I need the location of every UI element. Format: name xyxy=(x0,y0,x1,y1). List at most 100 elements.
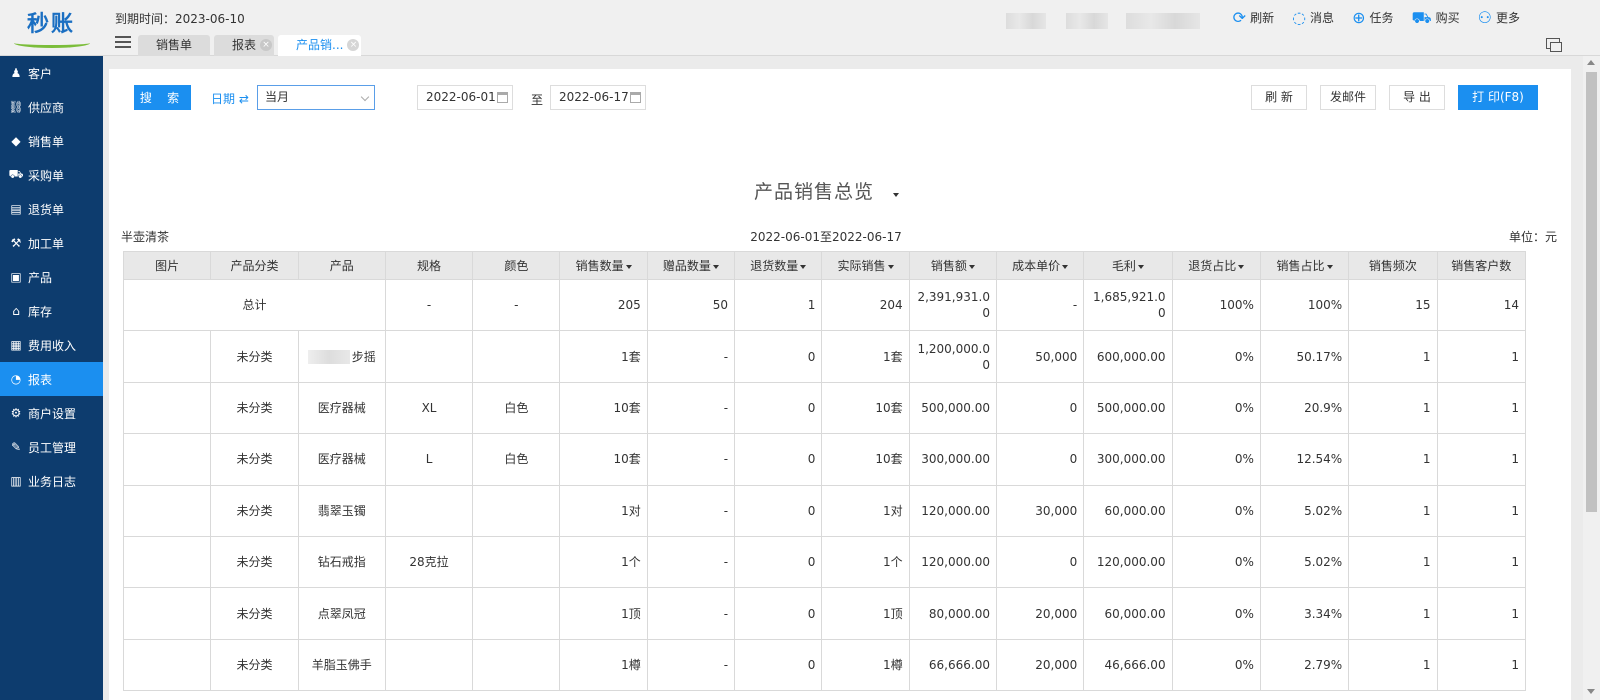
sidebar-item[interactable]: ♟ 客户 xyxy=(0,56,103,90)
scroll-down-arrow-icon[interactable] xyxy=(1587,689,1595,694)
calendar-icon[interactable] xyxy=(630,92,641,103)
logo-swoosh xyxy=(14,38,90,48)
sort-caret-icon[interactable] xyxy=(1326,264,1333,269)
date-to-label: 至 xyxy=(531,93,544,107)
column-header[interactable]: 销售占比 xyxy=(1259,251,1350,280)
tab-product-sales[interactable]: 产品销... × xyxy=(278,35,362,56)
sidebar-item-label: 费用收入 xyxy=(28,338,77,353)
scroll-up-arrow-icon[interactable] xyxy=(1587,60,1595,65)
sidebar-item[interactable]: ▥ 业务日志 xyxy=(0,464,103,498)
task-action[interactable]: ⊕ 任务 xyxy=(1352,9,1393,26)
product-name: 步摇 xyxy=(351,349,376,364)
close-icon[interactable]: × xyxy=(347,39,360,51)
sort-caret-icon[interactable] xyxy=(1062,264,1069,269)
total-row: 总计 - -205 50 1 204 2,391,931.00-1,685,921.00 10… xyxy=(123,278,1527,332)
column-header: 颜色 xyxy=(472,251,561,280)
sidebar-item[interactable]: ◔ 报表 xyxy=(0,362,103,396)
date-filter-label[interactable]: 日期 ⇄ xyxy=(211,90,249,107)
vertical-scrollbar[interactable] xyxy=(1583,56,1600,700)
start-date-field[interactable]: 2022-06-01 xyxy=(417,85,513,110)
column-header[interactable]: 退货数量 xyxy=(734,251,823,280)
sidebar-item[interactable]: ⛓ 供应商 xyxy=(0,90,103,124)
column-header[interactable]: 销售额 xyxy=(908,251,997,280)
sidebar-item[interactable]: ✎ 员工管理 xyxy=(0,430,103,464)
message-action[interactable]: ◌ 消息 xyxy=(1292,9,1334,26)
column-header-label: 毛利 xyxy=(1111,259,1136,273)
table-row[interactable]: 未分类 羊脂玉佛手 1樽 -0 1樽 66,666.00 20,000 46,666.00 0%… xyxy=(122,638,1527,692)
table-row[interactable]: 未分类 翡翠玉镯 1对 -0 1对 120,000.00 30,000 60,000.00 0%… xyxy=(122,484,1527,537)
table-row[interactable]: 未分类 钻石戒指 28克拉 1个 -0 1个 120,000.00 0 120,000.00 0%… xyxy=(122,535,1527,589)
refresh-button[interactable]: 刷 新 xyxy=(1251,85,1307,110)
send-email-button[interactable]: 发邮件 xyxy=(1320,85,1376,110)
tab-sales-order[interactable]: 销售单 xyxy=(138,35,211,56)
sidebar-item[interactable]: ⌂ 库存 xyxy=(0,294,103,328)
sales-ratio-cell: 12.54% xyxy=(1259,433,1350,486)
staff-icon: ✎ xyxy=(10,440,22,454)
tab-reports[interactable]: 报表 × xyxy=(214,35,275,56)
sales-ratio-cell: 3.34% xyxy=(1259,587,1350,640)
actual-sales-cell: 1樽 xyxy=(821,638,910,692)
sidebar-item[interactable]: ⚙ 商户设置 xyxy=(0,396,103,430)
tab-label: 产品销... xyxy=(296,38,344,52)
product-cell: 翡翠玉镯 xyxy=(297,484,386,537)
more-action[interactable]: ⚇ 更多 xyxy=(1478,9,1520,26)
category-cell: 未分类 xyxy=(210,433,299,486)
end-date-field[interactable]: 2022-06-17 xyxy=(550,85,646,110)
logo-text: 秒账 xyxy=(26,12,75,37)
sidebar-item-label: 报表 xyxy=(28,372,53,387)
date-range-select[interactable]: 当月 xyxy=(257,85,375,110)
sales-amount-cell: 300,000.00 xyxy=(908,433,997,486)
column-header[interactable]: 销售数量 xyxy=(559,251,648,280)
calendar-icon[interactable] xyxy=(497,92,508,103)
close-icon[interactable]: × xyxy=(260,39,273,51)
sort-caret-icon[interactable] xyxy=(800,264,807,269)
return-qty-cell: 0 xyxy=(734,330,823,383)
sidebar-item[interactable]: ▤ 退货单 xyxy=(0,192,103,226)
column-header[interactable]: 毛利 xyxy=(1083,251,1173,280)
column-header-label: 赠品数量 xyxy=(662,259,711,273)
color-cell: 白色 xyxy=(472,433,561,486)
sales-qty-cell: 10套 xyxy=(559,381,648,435)
process-icon: ⚒ xyxy=(10,236,22,250)
sidebar-item[interactable]: ⛟ 采购单 xyxy=(0,158,103,192)
column-header[interactable]: 赠品数量 xyxy=(646,251,736,280)
column-header[interactable]: 实际销售 xyxy=(821,251,910,280)
export-button[interactable]: 导 出 xyxy=(1389,85,1445,110)
category-cell: 未分类 xyxy=(210,535,299,589)
sidebar-item[interactable]: ⚒ 加工单 xyxy=(0,226,103,260)
title-dropdown-icon[interactable] xyxy=(893,193,899,197)
total-label-cell: 总计 xyxy=(123,278,386,332)
sort-caret-icon[interactable] xyxy=(887,264,894,269)
sort-caret-icon[interactable] xyxy=(712,264,719,269)
refresh-action[interactable]: ⟳ 刷新 xyxy=(1233,9,1274,26)
sidebar-item-label: 客户 xyxy=(28,66,53,81)
table-row[interactable]: 未分类 医疗器械 XL 白色 10套 -0 10套 500,000.00 0 500,000.00… xyxy=(122,381,1527,435)
return-ratio-cell: 0% xyxy=(1171,330,1261,383)
action-label: 更多 xyxy=(1495,11,1520,25)
sort-caret-icon[interactable] xyxy=(968,264,975,269)
sidebar-item[interactable]: ▣ 产品 xyxy=(0,260,103,294)
return-qty-cell: 1 xyxy=(734,278,823,332)
menu-toggle-icon[interactable] xyxy=(115,36,131,50)
sort-caret-icon[interactable] xyxy=(1137,264,1144,269)
return-ratio-cell: 0% xyxy=(1171,638,1261,692)
scroll-thumb[interactable] xyxy=(1586,72,1597,512)
table-row[interactable]: 未分类 步摇 1套 -0 1套 1,200,000.00 50,000 600,000.00 0… xyxy=(122,330,1527,383)
unit-cost-cell: 30,000 xyxy=(995,484,1085,537)
sort-caret-icon[interactable] xyxy=(625,264,632,269)
app-logo[interactable]: 秒账 xyxy=(10,6,92,50)
image-cell xyxy=(122,433,212,486)
buy-action[interactable]: ⛟ 购买 xyxy=(1411,9,1459,26)
table-row[interactable]: 未分类 点翠凤冠 1顶 -0 1顶 80,000.00 20,000 60,000.00 0% 3… xyxy=(122,587,1527,640)
print-button[interactable]: 打 印(F8) xyxy=(1458,85,1538,110)
table-row[interactable]: 未分类 医疗器械 L 白色 10套 -0 10套 300,000.00 0 300,000.00 0… xyxy=(122,433,1527,486)
report-title[interactable]: 产品销售总览 xyxy=(109,177,1519,204)
sort-caret-icon[interactable] xyxy=(1238,264,1245,269)
sidebar-item[interactable]: ▦ 费用收入 xyxy=(0,328,103,362)
window-switch-icon[interactable] xyxy=(1546,38,1562,52)
column-header[interactable]: 退货占比 xyxy=(1171,251,1261,280)
return-qty-cell: 0 xyxy=(734,381,823,435)
column-header[interactable]: 成本单价 xyxy=(995,251,1085,280)
search-button[interactable]: 搜 索 xyxy=(134,85,191,110)
sidebar-item[interactable]: ◆ 销售单 xyxy=(0,124,103,158)
